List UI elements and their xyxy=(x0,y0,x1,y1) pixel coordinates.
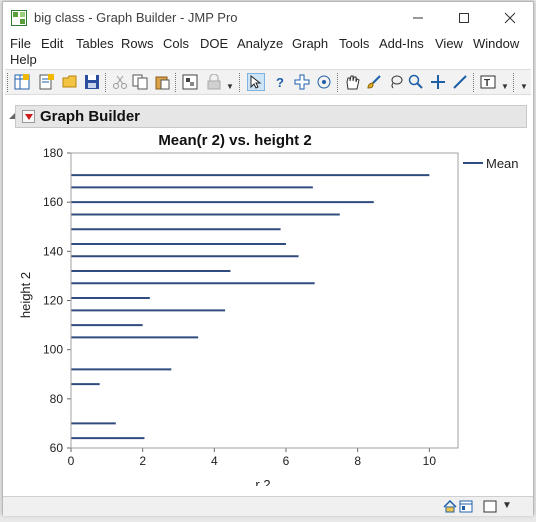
minimize-icon[interactable] xyxy=(395,2,441,33)
copy-icon[interactable] xyxy=(131,73,149,91)
toolbar: ▼ ? T ▼ ▼ xyxy=(5,69,531,95)
chart-title: Mean(r 2) vs. height 2 xyxy=(158,132,311,149)
menu-file[interactable]: File xyxy=(10,36,31,51)
red-triangle-menu-icon[interactable] xyxy=(22,110,35,123)
x-tick-label: 0 xyxy=(68,454,75,468)
y-tick-label: 140 xyxy=(43,244,63,258)
magnifier-tool-icon[interactable] xyxy=(407,73,425,91)
selection-tool-icon[interactable] xyxy=(293,73,311,91)
journal-icon[interactable] xyxy=(181,73,199,91)
menu-edit[interactable]: Edit xyxy=(41,36,63,51)
menu-window[interactable]: Window xyxy=(473,36,519,51)
new-data-table-icon[interactable] xyxy=(13,73,31,91)
menu-tools[interactable]: Tools xyxy=(339,36,369,51)
jmp-app-icon xyxy=(11,10,27,26)
maximize-icon[interactable] xyxy=(441,2,487,33)
save-icon[interactable] xyxy=(83,73,101,91)
y-tick-label: 120 xyxy=(43,294,63,308)
menu-analyze[interactable]: Analyze xyxy=(237,36,283,51)
plot-frame xyxy=(70,152,459,449)
menu-bar: File Edit Tables Rows Cols DOE Analyze G… xyxy=(3,33,533,69)
report-content: Graph Builder Mean(r 2) vs. height 2 hei… xyxy=(5,96,531,496)
outline-header[interactable]: Graph Builder xyxy=(9,105,527,128)
toolbar-grip[interactable] xyxy=(7,73,8,92)
y-tick-label: 160 xyxy=(43,195,63,209)
x-axis-label: r 2 xyxy=(255,477,270,486)
line-tool-icon[interactable] xyxy=(451,73,469,91)
y-tick-label: 100 xyxy=(43,343,63,357)
x-tick-label: 2 xyxy=(139,454,146,468)
dropdown-icon[interactable]: ▼ xyxy=(502,500,512,511)
disclosure-triangle-icon[interactable] xyxy=(9,113,15,119)
graph-builder-window: big class - Graph Builder - JMP Pro File… xyxy=(2,1,534,516)
outline-title: Graph Builder xyxy=(40,108,141,125)
lock-icon[interactable] xyxy=(205,73,223,91)
menu-rows[interactable]: Rows xyxy=(121,36,154,51)
y-tick-label: 80 xyxy=(50,392,64,406)
brush-tool-icon[interactable] xyxy=(365,73,383,91)
menu-tables[interactable]: Tables xyxy=(76,36,114,51)
cut-icon[interactable] xyxy=(111,73,129,91)
menu-view[interactable]: View xyxy=(435,36,463,51)
menu-help[interactable]: Help xyxy=(10,52,37,67)
close-icon[interactable] xyxy=(487,2,533,33)
x-tick-label: 10 xyxy=(423,454,437,468)
window-title: big class - Graph Builder - JMP Pro xyxy=(34,10,238,25)
menu-add-ins[interactable]: Add-Ins xyxy=(379,36,424,51)
y-tick-label: 180 xyxy=(43,146,63,160)
menu-cols[interactable]: Cols xyxy=(163,36,189,51)
y-tick-label: 60 xyxy=(50,441,64,455)
menu-graph[interactable]: Graph xyxy=(292,36,328,51)
paste-icon[interactable] xyxy=(153,73,171,91)
annotate-dropdown-icon[interactable]: ▼ xyxy=(501,82,509,91)
x-tick-label: 8 xyxy=(354,454,361,468)
lasso-tool-icon[interactable] xyxy=(387,73,405,91)
toolbar-overflow-icon[interactable]: ▼ xyxy=(520,82,528,91)
home-icon[interactable] xyxy=(443,499,457,516)
window-list-icon[interactable] xyxy=(459,500,473,516)
layout-icon[interactable] xyxy=(483,500,497,516)
annotate-tool-icon[interactable]: T xyxy=(479,73,497,91)
legend-label: Mean xyxy=(486,156,519,171)
status-bar: ▼ xyxy=(3,496,533,516)
arrow-tool-icon[interactable] xyxy=(247,73,265,91)
x-tick-label: 6 xyxy=(283,454,290,468)
x-tick-label: 4 xyxy=(211,454,218,468)
new-script-icon[interactable] xyxy=(37,73,55,91)
menu-doe[interactable]: DOE xyxy=(200,36,228,51)
crosshair-tool-icon[interactable] xyxy=(315,73,333,91)
help-tool-icon[interactable]: ? xyxy=(271,73,289,91)
y-axis-label: height 2 xyxy=(18,272,33,318)
open-icon[interactable] xyxy=(61,73,79,91)
crosshairs-tool-icon[interactable] xyxy=(429,73,447,91)
toolbar-dropdown-icon[interactable]: ▼ xyxy=(226,82,234,91)
grabber-tool-icon[interactable] xyxy=(343,73,361,91)
graph-builder-chart: Mean(r 2) vs. height 2 height 2 r 2 0 2 4 6… xyxy=(18,132,519,486)
title-bar[interactable]: big class - Graph Builder - JMP Pro xyxy=(3,2,533,33)
svg-text:T: T xyxy=(484,78,490,89)
